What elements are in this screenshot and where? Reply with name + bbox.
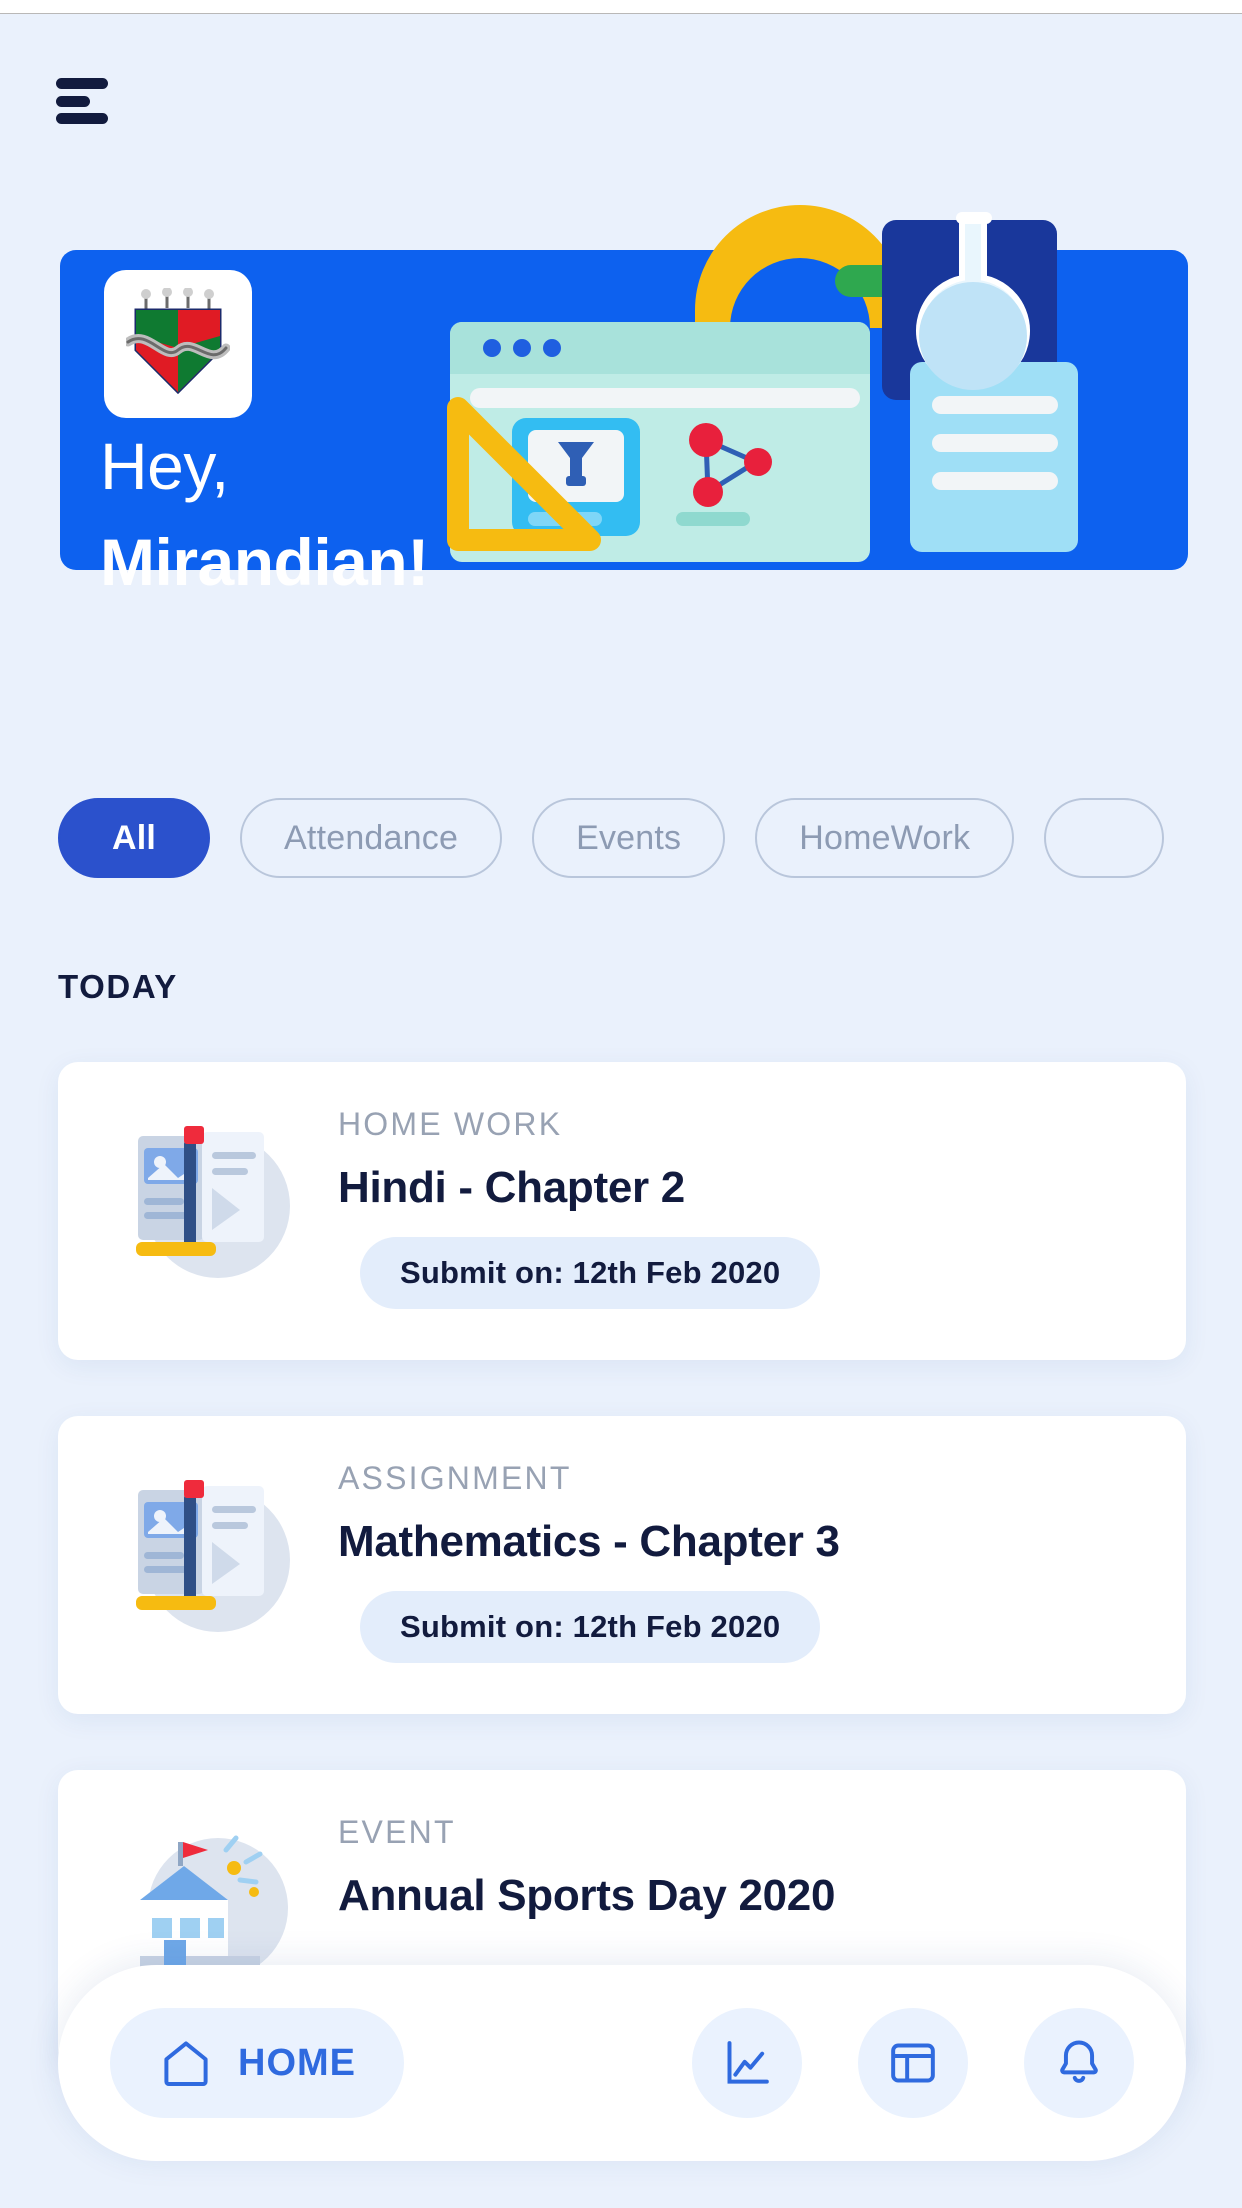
filter-chip-attendance[interactable]: Attendance <box>240 798 503 878</box>
filter-chip-homework[interactable]: HomeWork <box>755 798 1015 878</box>
feed-card-kicker: HOME WORK <box>338 1106 563 1142</box>
feed-card-kicker: EVENT <box>338 1814 456 1850</box>
section-title-today: TODAY <box>58 968 178 1005</box>
greeting-line-2: Mirandian! <box>100 524 429 599</box>
filter-chip-events[interactable]: Events <box>532 798 726 878</box>
feed-card-homework[interactable]: HOME WORK Hindi - Chapter 2 Submit on: 1… <box>58 1062 1186 1360</box>
homework-book-icon <box>136 1126 290 1278</box>
hero-banner: Hey, Mirandian! <box>0 140 1242 700</box>
nav-home-label: HOME <box>238 2041 356 2084</box>
status-bar <box>0 0 1242 14</box>
house-icon <box>164 2041 208 2086</box>
hamburger-line <box>56 78 108 89</box>
line-chart-icon <box>727 2041 769 2084</box>
school-crest-logo <box>104 270 252 418</box>
feed-card-kicker: ASSIGNMENT <box>338 1460 572 1496</box>
feed-card-body: EVENT Annual Sports Day 2020 <box>338 1814 1146 1921</box>
filter-chip-row[interactable]: All Attendance Events HomeWork <box>0 790 1242 886</box>
layout-panel-icon <box>891 2043 935 2083</box>
feed-card-title: Annual Sports Day 2020 <box>338 1871 836 1920</box>
bell-icon <box>1060 2040 1098 2083</box>
feed-card-body: HOME WORK Hindi - Chapter 2 Submit on: 1… <box>338 1106 1146 1309</box>
nav-item-dashboard[interactable] <box>858 2008 968 2118</box>
feed-card-assignment[interactable]: ASSIGNMENT Mathematics - Chapter 3 Submi… <box>58 1416 1186 1714</box>
feed-card-title: Mathematics - Chapter 3 <box>338 1517 840 1566</box>
nav-item-reports[interactable] <box>692 2008 802 2118</box>
feed-card-due-badge: Submit on: 12th Feb 2020 <box>360 1237 821 1309</box>
nav-item-home[interactable]: HOME <box>110 2008 404 2118</box>
app-screen: Hey, Mirandian! All Attendance Events Ho… <box>0 0 1242 2208</box>
nav-item-notifications[interactable] <box>1024 2008 1134 2118</box>
feed-card-body: ASSIGNMENT Mathematics - Chapter 3 Submi… <box>338 1460 1146 1663</box>
filter-chip-next[interactable] <box>1044 798 1165 878</box>
hamburger-line <box>56 113 108 124</box>
feed-card-due-badge: Submit on: 12th Feb 2020 <box>360 1591 821 1663</box>
greeting-block: Hey, Mirandian! <box>100 429 700 600</box>
filter-chip-all[interactable]: All <box>58 798 211 878</box>
hamburger-menu-icon[interactable] <box>56 78 112 124</box>
feed-card-title: Hindi - Chapter 2 <box>338 1163 685 1212</box>
assignment-book-icon <box>136 1480 290 1632</box>
greeting-line-1: Hey, <box>100 429 229 503</box>
bottom-navigation-bar: HOME <box>58 1965 1186 2161</box>
hamburger-line <box>56 95 90 107</box>
